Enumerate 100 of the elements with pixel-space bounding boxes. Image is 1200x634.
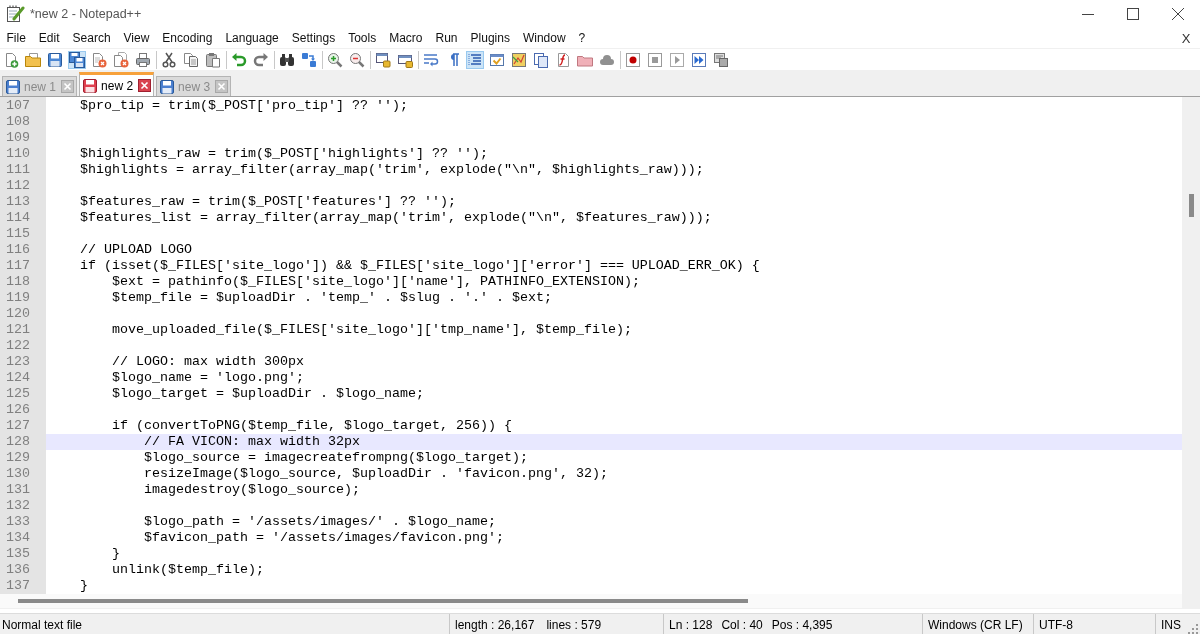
- line-number: 113: [6, 194, 30, 210]
- horizontal-scrollbar[interactable]: [0, 594, 1182, 608]
- line-number: 111: [6, 162, 30, 178]
- menu-item[interactable]: Macro: [382, 29, 429, 47]
- scrollbar-thumb[interactable]: [18, 599, 748, 603]
- tab[interactable]: new 2: [79, 72, 155, 96]
- close-document-button[interactable]: X: [1175, 29, 1197, 47]
- code-line: if (convertToPNG($temp_file, $logo_target, 256)) {: [112, 418, 512, 433]
- save-icon[interactable]: [46, 50, 64, 69]
- code-line: $features_raw = trim($_POST['features'] ?? '');: [80, 194, 456, 209]
- window-title: *new 2 - Notepad++: [30, 7, 142, 21]
- menu-item[interactable]: Encoding: [155, 29, 219, 47]
- code-line: $favicon_path = '/assets/images/favicon.png';: [144, 530, 504, 545]
- line-number: 128: [6, 434, 30, 450]
- line-number: 135: [6, 546, 30, 562]
- line-number: 132: [6, 498, 30, 514]
- window-lock-icon[interactable]: [374, 50, 392, 69]
- code-line: $logo_path = '/assets/images/' . $logo_name;: [144, 514, 496, 529]
- length-label: length : 26,167: [455, 617, 535, 632]
- scrollbar-thumb[interactable]: [1188, 194, 1194, 217]
- line-number: 110: [6, 146, 30, 162]
- indent-guide-icon[interactable]: [466, 50, 484, 69]
- zoom-in-icon[interactable]: [326, 50, 344, 69]
- code-line: // LOGO: max width 300px: [112, 354, 304, 369]
- printer-icon[interactable]: [134, 50, 152, 69]
- menu-item[interactable]: View: [117, 29, 156, 47]
- code-line: if (isset($_FILES['site_logo']) && $_FILES['site_logo']['error'] === UPLOAD_ERR_OK) {: [80, 258, 760, 273]
- line-number: 126: [6, 402, 30, 418]
- menu-item[interactable]: Settings: [285, 29, 342, 47]
- map-icon[interactable]: [510, 50, 528, 69]
- line-number: 115: [6, 226, 30, 242]
- notepad-icon: [5, 4, 25, 24]
- menu-item[interactable]: ?: [572, 29, 592, 47]
- line-number: 109: [6, 130, 30, 146]
- close-icon[interactable]: [1172, 8, 1184, 20]
- line-number: 127: [6, 418, 30, 434]
- position-label: Pos : 4,395: [771, 617, 833, 632]
- code-line: resizeImage($logo_source, $uploadDir . 'favicon.png', 32);: [144, 466, 608, 481]
- replace-icon[interactable]: [300, 50, 318, 69]
- windows-stack-icon[interactable]: [712, 50, 730, 69]
- line-number: 121: [6, 322, 30, 338]
- line-number: 136: [6, 562, 30, 578]
- line-number: 118: [6, 274, 30, 290]
- line-number: 123: [6, 354, 30, 370]
- code-line: // UPLOAD LOGO: [80, 242, 192, 257]
- line-number: 131: [6, 482, 30, 498]
- line-number: 112: [6, 178, 30, 194]
- save-all-icon[interactable]: [68, 50, 86, 69]
- code-line: // FA VICON: max width 32px: [144, 434, 360, 449]
- fast-forward-icon[interactable]: [690, 50, 708, 69]
- line-number: 117: [6, 258, 30, 274]
- line-number: 130: [6, 466, 30, 482]
- menu-item[interactable]: Run: [429, 29, 465, 47]
- line-label: Ln : 128: [669, 617, 713, 632]
- code-line: $features_list = array_filter(array_map('trim', explode("\n", $features_raw)));: [80, 210, 712, 225]
- menu-item[interactable]: Language: [218, 29, 286, 47]
- menu-item[interactable]: Tools: [341, 29, 383, 47]
- maximize-icon[interactable]: [1127, 8, 1139, 20]
- line-ending-label: Windows (CR LF): [928, 617, 1023, 632]
- zoom-out-icon[interactable]: [348, 50, 366, 69]
- open-folder-icon[interactable]: [24, 50, 42, 69]
- paste-icon[interactable]: [204, 50, 222, 69]
- line-number: 120: [6, 306, 30, 322]
- line-number: 122: [6, 338, 30, 354]
- documents-icon[interactable]: [532, 50, 550, 69]
- code-line: $logo_name = 'logo.png';: [112, 370, 304, 385]
- stop-icon[interactable]: [646, 50, 664, 69]
- line-number: 116: [6, 242, 30, 258]
- line-number: 108: [6, 114, 30, 130]
- close-all-icon[interactable]: [112, 50, 130, 69]
- code-line: move_uploaded_file($_FILES['site_logo']['tmp_name'], $temp_file);: [112, 322, 632, 337]
- close-tab-icon[interactable]: [138, 79, 152, 92]
- menu-item[interactable]: Window: [516, 29, 573, 47]
- insert-mode-label: INS: [1161, 617, 1181, 632]
- record-icon[interactable]: [624, 50, 642, 69]
- line-number: 124: [6, 370, 30, 386]
- lines-label: lines : 579: [546, 617, 602, 632]
- encoding-label: UTF-8: [1039, 617, 1073, 632]
- menu-item[interactable]: File: [0, 29, 33, 47]
- menu-item[interactable]: Search: [66, 29, 118, 47]
- play-icon[interactable]: [668, 50, 686, 69]
- copy-icon[interactable]: [182, 50, 200, 69]
- undo-icon[interactable]: [230, 50, 248, 69]
- file-type-label: Normal text file: [2, 617, 83, 632]
- column-label: Col : 40: [721, 617, 763, 632]
- code-line: }: [80, 578, 88, 593]
- code-line: $ext = pathinfo($_FILES['site_logo']['name'], PATHINFO_EXTENSION);: [112, 274, 640, 289]
- code-line: $logo_target = $uploadDir . $logo_name;: [112, 386, 424, 401]
- line-number: 125: [6, 386, 30, 402]
- resize-grip-icon[interactable]: [1187, 623, 1199, 634]
- code-line: imagedestroy($logo_source);: [144, 482, 360, 497]
- line-number: 107: [6, 98, 30, 114]
- menu-item[interactable]: Plugins: [464, 29, 517, 47]
- close-file-icon[interactable]: [90, 50, 108, 69]
- code-line: unlink($temp_file);: [112, 562, 264, 577]
- menu-item[interactable]: Edit: [32, 29, 67, 47]
- code-line: $temp_file = $uploadDir . 'temp_' . $slug . '.' . $ext;: [112, 290, 552, 305]
- line-number: 119: [6, 290, 30, 306]
- scissors-icon[interactable]: [160, 50, 178, 69]
- line-number: 137: [6, 578, 30, 594]
